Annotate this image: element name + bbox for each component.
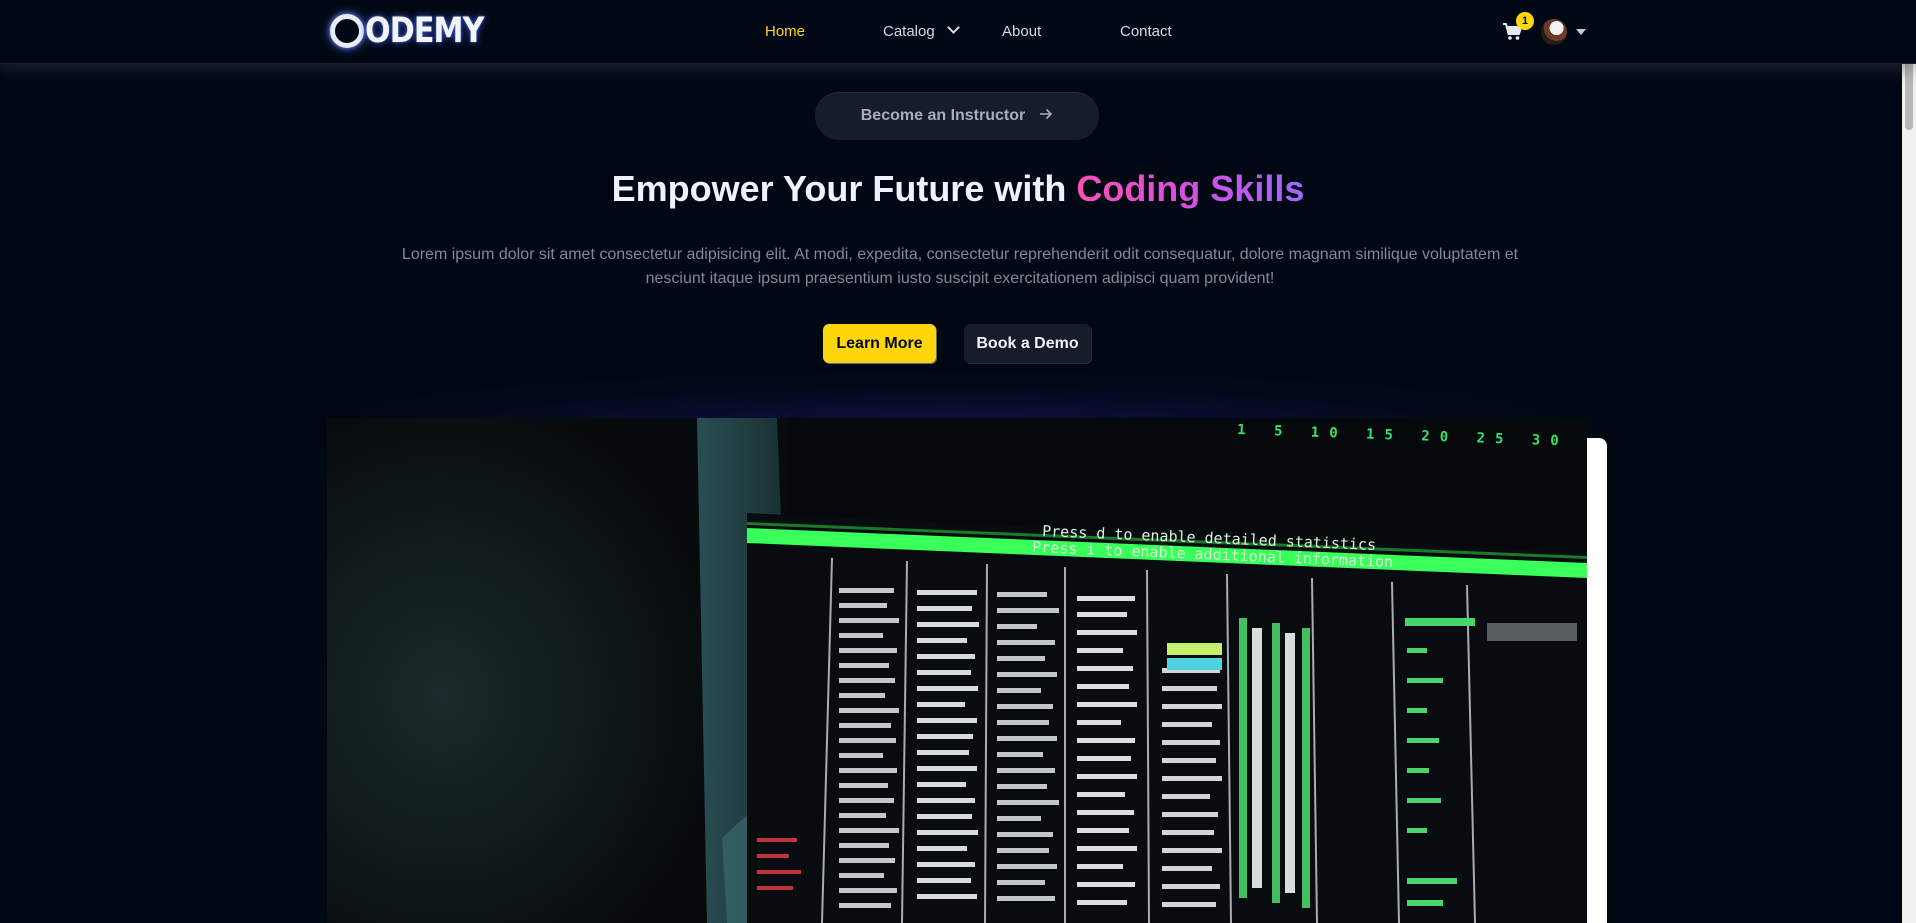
nav-about[interactable]: About (1002, 23, 1041, 40)
page-scrollbar[interactable] (1902, 0, 1916, 923)
chevron-down-icon (946, 21, 960, 34)
cart-count-badge: 1 (1516, 12, 1534, 30)
nav-catalog-label: Catalog (883, 23, 935, 40)
nav-contact[interactable]: Contact (1120, 23, 1172, 40)
nav-home[interactable]: Home (765, 23, 805, 40)
caret-down-icon[interactable] (1576, 29, 1586, 35)
terminal-illustration: 1 5 10 15 20 25 30 35 Press d to enable … (327, 418, 1587, 923)
avatar[interactable] (1541, 19, 1567, 45)
learn-more-button[interactable]: Learn More (823, 324, 936, 363)
hero-headline: Empower Your Future with Coding Skills (0, 168, 1916, 210)
nav-catalog[interactable]: Catalog (883, 21, 960, 40)
logo-text: ODEMY (365, 11, 484, 51)
headline-plain: Empower Your Future with (611, 168, 1077, 209)
headline-highlight: Coding Skills (1076, 168, 1305, 209)
arrow-right-icon (1039, 107, 1053, 125)
hero-video[interactable]: 1 5 10 15 20 25 30 35 Press d to enable … (327, 418, 1587, 923)
become-instructor-button[interactable]: Become an Instructor (815, 92, 1099, 140)
navbar: ODEMY Home Catalog About Contact 1 (0, 0, 1916, 64)
hero-description: Lorem ipsum dolor sit amet consectetur a… (401, 246, 1519, 287)
book-demo-button[interactable]: Book a Demo (964, 324, 1091, 363)
become-instructor-label: Become an Instructor (860, 107, 1026, 124)
logo[interactable]: ODEMY (330, 8, 503, 54)
logo-c-icon (330, 14, 364, 48)
